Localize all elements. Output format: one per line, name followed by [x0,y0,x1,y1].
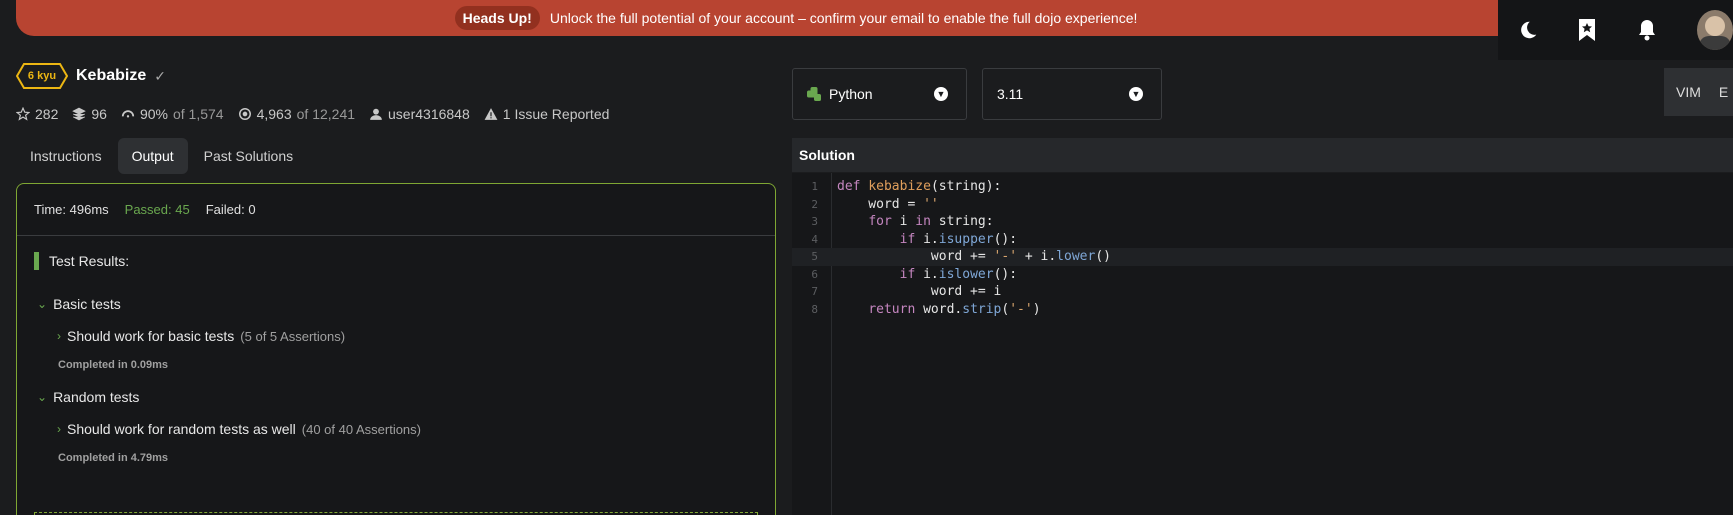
stars-stat[interactable]: 282 [16,106,58,122]
stars-count: 282 [35,106,59,122]
chevron-down-icon: ⌄ [37,297,48,311]
results-marker [34,252,39,270]
code-line[interactable]: 2 word = '' [792,196,1733,214]
kata-name: Kebabize [76,67,147,84]
completed-time: Completed in 4.79ms [58,452,169,464]
describe-random-tests[interactable]: ⌄ Random tests [37,389,139,405]
language-select[interactable]: Python ▼ [792,68,967,120]
issues-count: 1 Issue Reported [502,106,610,122]
attempted-count: of 12,241 [296,106,356,122]
kata-title-bar: 6 kyu Kebabize ✓ [16,62,166,90]
code-line[interactable]: 1 def kebabize(string): [792,178,1733,196]
author-name: user4316848 [388,106,470,122]
rank-badge: 6 kyu [16,62,68,90]
issues-stat[interactable]: 1 Issue Reported [484,106,610,122]
check-icon: ✓ [154,67,166,84]
failed-count: Failed: 0 [205,202,256,217]
code-line[interactable]: 6 if i.islower(): [792,266,1733,284]
bookmark-star-icon[interactable] [1575,17,1598,43]
code-line-current[interactable]: 5 word += '-' + i.lower() [792,248,1733,266]
chevron-right-icon: › [57,329,61,343]
it-title: Should work for basic tests [67,328,235,344]
tab-instructions[interactable]: Instructions [16,138,116,174]
it-title: Should work for random tests as well [67,421,296,437]
chevron-down-icon: ▼ [1129,87,1143,101]
describe-title: Basic tests [53,296,121,312]
code-line[interactable]: 4 if i.isupper(): [792,231,1733,249]
author-stat[interactable]: user4316848 [369,106,470,122]
language-value: Python [829,86,873,102]
kata-stats: 282 96 90% of 1,574 4,963 of 12,241 user… [16,106,609,122]
bell-icon[interactable] [1635,17,1659,43]
results-title: Test Results: [49,253,130,269]
version-select[interactable]: 3.11 ▼ [982,68,1162,120]
banner-message[interactable]: Unlock the full potential of your accoun… [550,10,1138,26]
chevron-down-icon: ⌄ [37,390,48,404]
completed-time: Completed in 0.09ms [58,359,169,371]
results-heading: Test Results: [34,252,129,270]
completed-count: 4,963 [256,106,292,122]
passed-count: Passed: 45 [124,202,190,217]
satisfaction-rate: 90% [139,106,168,122]
email-confirm-banner: Heads Up! Unlock the full potential of y… [16,0,1576,36]
code-line[interactable]: 8 return word.strip('-') [792,301,1733,319]
python-icon [807,87,821,101]
solution-header: Solution [792,138,1733,172]
satisfaction-stat: 90% of 1,574 [121,106,224,122]
output-panel: Time: 496ms Passed: 45 Failed: 0 Test Re… [16,183,776,515]
vim-button[interactable]: VIM [1676,84,1701,100]
version-value: 3.11 [997,86,1024,102]
chevron-right-icon: › [57,422,61,436]
kata-tabs: Instructions Output Past Solutions [16,138,307,174]
describe-basic-tests[interactable]: ⌄ Basic tests [37,296,121,312]
star-icon [16,107,30,121]
editor-mode-toggle: VIM E [1664,68,1733,116]
satisfaction-icon [121,110,135,118]
assertion-count: (40 of 40 Assertions) [301,421,421,437]
satisfaction-votes: of 1,574 [172,106,224,122]
code-line[interactable]: 3 for i in string: [792,213,1733,231]
completed-stat: 4,963 of 12,241 [238,106,355,122]
test-summary: Time: 496ms Passed: 45 Failed: 0 [17,184,775,236]
collections-count: 96 [91,106,107,122]
moon-icon[interactable] [1516,17,1539,43]
heads-up-badge: Heads Up! [454,6,540,30]
describe-title: Random tests [53,389,140,405]
warning-icon [484,108,498,120]
layers-icon [72,107,87,121]
it-basic-tests[interactable]: › Should work for basic tests (5 of 5 As… [57,328,345,344]
user-avatar[interactable] [1696,10,1733,50]
rank-label: 6 kyu [27,70,57,82]
top-nav-icons [1498,0,1733,60]
it-random-tests[interactable]: › Should work for random tests as well (… [57,421,421,437]
run-time: Time: 496ms [34,202,109,217]
tab-output[interactable]: Output [117,138,188,174]
target-icon [238,108,251,120]
code-editor[interactable]: 1 def kebabize(string): 2 word = '' 3 for… [792,173,1733,515]
chevron-down-icon: ▼ [934,87,948,101]
code-line[interactable]: 7 word += i [792,283,1733,301]
assertion-count: (5 of 5 Assertions) [240,328,346,344]
collections-stat[interactable]: 96 [72,106,107,122]
user-icon [370,108,382,120]
tab-past-solutions[interactable]: Past Solutions [190,138,308,174]
emacs-button[interactable]: E [1719,84,1728,100]
